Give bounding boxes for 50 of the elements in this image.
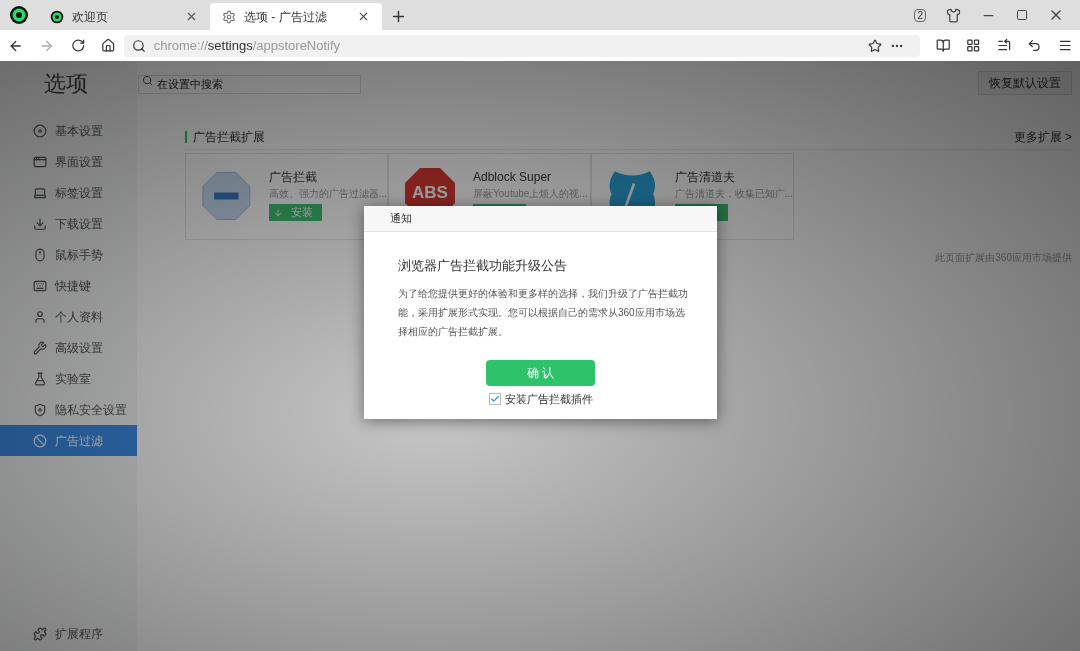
checkbox[interactable] [488, 392, 501, 405]
user-icon [33, 309, 47, 324]
extension-name: Adblock Super [473, 169, 553, 186]
section-title: 广告拦截扩展 [185, 131, 265, 143]
down-arrow-icon [272, 207, 283, 218]
menu-icon[interactable] [1057, 38, 1073, 53]
address-bar[interactable]: chrome://settings/appstoreNotify [123, 34, 920, 57]
dialog-heading: 浏览器广告拦截功能升级公告 [398, 257, 568, 275]
browser-tab[interactable]: 选项 - 广告过滤 [210, 3, 382, 30]
grid-icon[interactable] [966, 38, 981, 53]
page-title: 选项 [43, 70, 89, 98]
favorites-icon[interactable] [996, 38, 1012, 53]
laptop-icon [33, 185, 47, 200]
undo-icon[interactable] [1027, 38, 1042, 53]
new-tab-icon[interactable] [390, 8, 407, 25]
window-icon [33, 154, 47, 169]
close-icon[interactable] [357, 10, 370, 23]
shield-icon [33, 402, 47, 417]
gear-icon [222, 9, 236, 24]
ring-logo-icon [50, 9, 64, 24]
keyboard-icon [33, 278, 47, 293]
star-icon[interactable] [867, 38, 882, 53]
puzzle-icon [33, 626, 47, 641]
shirt-icon[interactable] [946, 7, 961, 23]
sidebar-item[interactable]: 广告过滤 [0, 425, 137, 456]
reload-icon[interactable] [70, 38, 86, 53]
more-extensions-link[interactable]: 更多扩展 > [1013, 128, 1072, 146]
search-icon [131, 38, 146, 53]
dialog-body: 为了给您提供更好的体验和更多样的选择，我们升级了广告拦截功能，采用扩展形式实现。您可以根据自己的需求从360应用市场选择相应的广告拦截扩展。 [398, 286, 689, 339]
extension-name: 广告拦截 [268, 169, 318, 186]
search-field[interactable]: 在设置中搜索 [138, 74, 361, 94]
tab-count-badge[interactable]: 2 [914, 8, 926, 22]
ring-logo-icon [9, 5, 29, 25]
home-icon[interactable] [101, 38, 116, 53]
download-icon [33, 216, 47, 231]
maximize-icon[interactable] [1016, 9, 1028, 21]
mouse-icon [33, 247, 47, 262]
confirm-button[interactable]: 确 认 [486, 359, 595, 386]
flask-icon [33, 371, 47, 386]
book-icon[interactable] [935, 38, 951, 53]
restore-defaults-button[interactable]: 恢复默认设置 [978, 71, 1072, 95]
checkbox-label: 安装广告拦截插件 [504, 391, 593, 407]
extension-name: 广告清道夫 [674, 169, 736, 186]
disc-icon [33, 123, 47, 138]
ban-icon [33, 433, 47, 448]
close-icon[interactable] [185, 10, 198, 23]
wrench-icon [33, 340, 47, 355]
search-icon [142, 75, 153, 86]
install-button[interactable]: 安装 [268, 204, 322, 221]
url-text: chrome://settings/appstoreNotify [153, 36, 342, 55]
